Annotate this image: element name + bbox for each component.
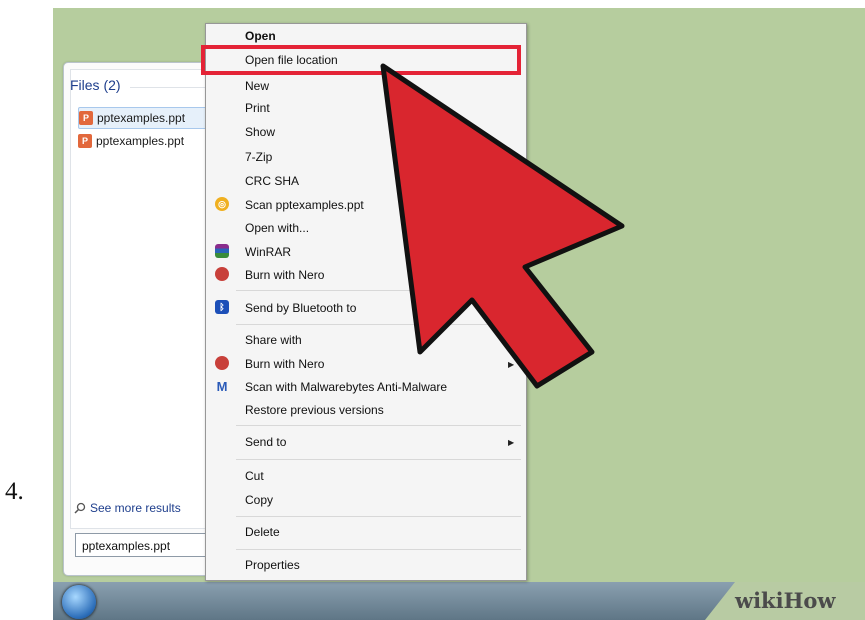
pointer-arrow-icon: [380, 63, 625, 389]
